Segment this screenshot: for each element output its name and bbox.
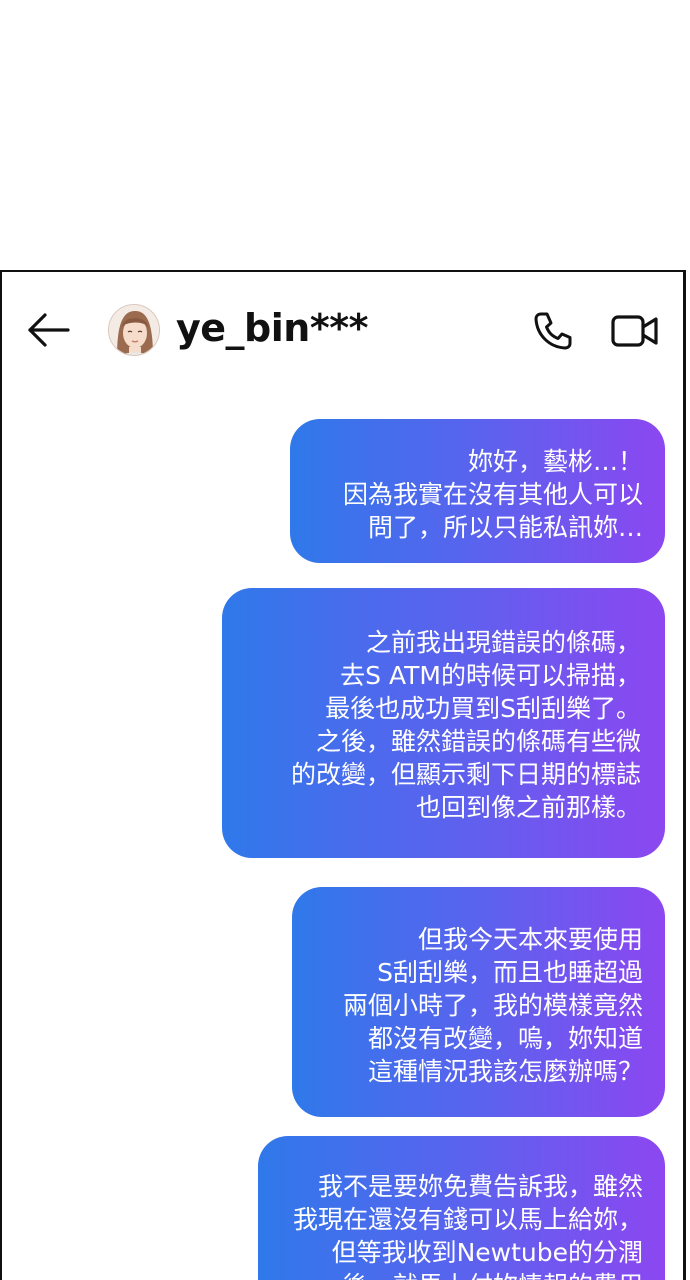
phone-icon: [534, 312, 572, 350]
message-line: 最後也成功買到S刮刮樂了。: [325, 694, 641, 723]
arrow-left-icon: [28, 313, 70, 347]
message-line: 但等我收到Newtube的分潤: [331, 1238, 643, 1267]
profile-picture: [109, 305, 159, 355]
chat-screen: ye_bin*** 妳好，藝彬…！ 因為我實在沒有其他人可以 問了，所以只能私訊…: [0, 270, 686, 1280]
video-call-button[interactable]: [610, 312, 660, 350]
avatar[interactable]: [108, 304, 160, 356]
message-line: 我不是要妳免費告訴我，雖然: [317, 1172, 643, 1201]
message-line: S刮刮樂，而且也睡超過: [377, 958, 643, 987]
back-button[interactable]: [26, 310, 72, 350]
message-bubble[interactable]: 但我今天本來要使用 S刮刮樂，而且也睡超過 兩個小時了，我的模樣竟然 都沒有改變…: [292, 887, 665, 1117]
message-line: 後，就馬上付妳情報的費用: [258, 1269, 643, 1280]
message-bubble[interactable]: 之前我出現錯誤的條碼， 去S ATM的時候可以掃描， 最後也成功買到S刮刮樂了。…: [222, 588, 665, 858]
page: ye_bin*** 妳好，藝彬…！ 因為我實在沒有其他人可以 問了，所以只能私訊…: [0, 0, 690, 1280]
message-line: 之後，雖然錯誤的條碼有些微: [315, 727, 641, 756]
message-line: 妳好，藝彬…！: [467, 447, 643, 476]
message-line: 這種情況我該怎麼辦嗎？: [367, 1057, 643, 1086]
message-line: 也回到像之前那樣。: [415, 793, 641, 822]
message-line: 因為我實在沒有其他人可以: [342, 480, 643, 509]
message-line: 去S ATM的時候可以掃描，: [340, 661, 641, 690]
message-line: 的改變，但顯示剩下日期的標誌: [290, 760, 641, 789]
voice-call-button[interactable]: [532, 310, 574, 352]
message-line: 都沒有改變，嗚，妳知道: [367, 1024, 643, 1053]
contact-username[interactable]: ye_bin***: [176, 306, 368, 350]
message-bubble[interactable]: 妳好，藝彬…！ 因為我實在沒有其他人可以 問了，所以只能私訊妳…: [290, 419, 665, 563]
message-line: 問了，所以只能私訊妳…: [367, 513, 643, 542]
video-camera-icon: [611, 315, 658, 347]
message-bubble[interactable]: 我不是要妳免費告訴我，雖然 我現在還沒有錢可以馬上給妳， 但等我收到Newtub…: [258, 1136, 665, 1280]
chat-header: ye_bin***: [2, 272, 683, 390]
message-line: 之前我出現錯誤的條碼，: [365, 628, 641, 657]
message-line: 但我今天本來要使用: [417, 925, 643, 954]
message-line: 我現在還沒有錢可以馬上給妳，: [292, 1205, 643, 1234]
message-line: 兩個小時了，我的模樣竟然: [342, 991, 643, 1020]
